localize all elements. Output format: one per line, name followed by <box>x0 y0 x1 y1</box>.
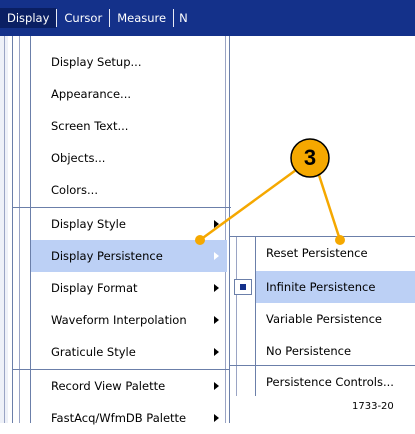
menu-item-label: Display Format <box>51 281 138 295</box>
submenu-item-label: Reset Persistence <box>266 246 368 260</box>
menu-item-display-persistence[interactable]: Display Persistence <box>31 240 227 272</box>
menu-item-waveform-interpolation[interactable]: Waveform Interpolation <box>31 304 227 336</box>
menu-item-label: Display Setup... <box>51 55 142 69</box>
submenu-item-reset-persistence[interactable]: Reset Persistence <box>256 237 415 269</box>
menu-next-clipped[interactable]: N <box>174 8 195 28</box>
menu-separator <box>56 9 58 27</box>
submenu-arrow-icon <box>214 316 219 324</box>
menu-display[interactable]: Display <box>0 8 57 28</box>
menu-measure[interactable]: Measure <box>110 8 173 28</box>
persistence-submenu: Reset Persistence Infinite Persistence V… <box>229 236 415 396</box>
submenu-arrow-icon <box>214 284 219 292</box>
submenu-item-label: Persistence Controls... <box>266 375 394 389</box>
menu-item-label: Display Style <box>51 217 126 231</box>
menu-item-display-style[interactable]: Display Style <box>31 208 227 240</box>
menu-item-label: Colors... <box>51 183 98 197</box>
menu-item-label: Screen Text... <box>51 119 129 133</box>
menu-item-graticule-style[interactable]: Graticule Style <box>31 336 227 368</box>
menu-item-record-view-palette[interactable]: Record View Palette <box>31 370 227 402</box>
menu-item-objects[interactable]: Objects... <box>31 142 227 174</box>
menu-cursor[interactable]: Cursor <box>57 8 109 28</box>
checked-indicator-icon <box>234 279 252 295</box>
menu-separator <box>173 9 175 27</box>
submenu-item-no-persistence[interactable]: No Persistence <box>256 335 415 367</box>
menu-item-fastacq-palette[interactable]: FastAcq/WfmDB Palette <box>31 402 227 434</box>
menu-item-label: Graticule Style <box>51 345 136 359</box>
menu-item-display-format[interactable]: Display Format <box>31 272 227 304</box>
submenu-icon-stripe <box>230 237 256 396</box>
callout-number: 3 <box>303 145 317 170</box>
callout-line-right <box>316 170 342 242</box>
menu-item-colors[interactable]: Colors... <box>31 174 227 206</box>
window-left-edge <box>0 36 8 423</box>
menu-bar: Display Cursor Measure N <box>0 0 415 36</box>
submenu-item-label: Variable Persistence <box>266 312 382 326</box>
submenu-arrow-icon <box>214 252 219 260</box>
menu-item-label: Display Persistence <box>51 249 163 263</box>
menu-icon-stripe <box>13 36 31 423</box>
submenu-arrow-icon <box>214 348 219 356</box>
submenu-item-persistence-controls[interactable]: Persistence Controls... <box>256 366 415 398</box>
submenu-arrow-icon <box>214 382 219 390</box>
submenu-item-infinite-persistence[interactable]: Infinite Persistence <box>256 271 415 303</box>
submenu-arrow-icon <box>214 414 219 422</box>
menu-item-screen-text[interactable]: Screen Text... <box>31 110 227 142</box>
menu-item-label: Record View Palette <box>51 379 166 393</box>
submenu-arrow-icon <box>214 220 219 228</box>
menu-item-appearance[interactable]: Appearance... <box>31 78 227 110</box>
submenu-item-variable-persistence[interactable]: Variable Persistence <box>256 303 415 335</box>
display-menu: Display Setup... Appearance... Screen Te… <box>12 36 231 425</box>
menu-item-label: Objects... <box>51 151 106 165</box>
menu-item-display-setup[interactable]: Display Setup... <box>31 46 227 78</box>
submenu-item-label: Infinite Persistence <box>266 280 376 294</box>
menu-separator <box>109 9 111 27</box>
menu-item-label: Appearance... <box>51 87 132 101</box>
submenu-item-label: No Persistence <box>266 344 352 358</box>
menu-item-label: Waveform Interpolation <box>51 313 187 327</box>
figure-id-label: 1733-20 <box>352 401 394 412</box>
